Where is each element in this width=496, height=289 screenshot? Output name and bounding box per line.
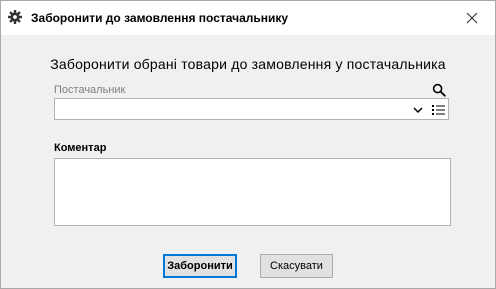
title-bar: Заборонити до замовлення постачальнику — [1, 1, 495, 35]
gear-icon — [8, 10, 22, 24]
supplier-label: Постачальник — [54, 84, 126, 96]
cancel-button[interactable]: Скасувати — [260, 254, 333, 278]
comment-label: Коментар — [54, 142, 107, 154]
dialog-heading: Заборонити обрані товари до замовлення у… — [50, 56, 446, 72]
dialog-window: Заборонити до замовлення постачальнику З… — [0, 0, 496, 289]
search-icon[interactable] — [432, 83, 446, 97]
window-title: Заборонити до замовлення постачальнику — [31, 11, 289, 25]
chevron-down-icon[interactable] — [413, 106, 423, 114]
comment-field[interactable] — [54, 158, 451, 226]
close-icon — [466, 12, 478, 24]
list-icon[interactable] — [432, 104, 445, 115]
supplier-select[interactable] — [54, 98, 449, 120]
close-button[interactable] — [449, 1, 495, 35]
submit-button[interactable]: Заборонити — [163, 254, 237, 278]
